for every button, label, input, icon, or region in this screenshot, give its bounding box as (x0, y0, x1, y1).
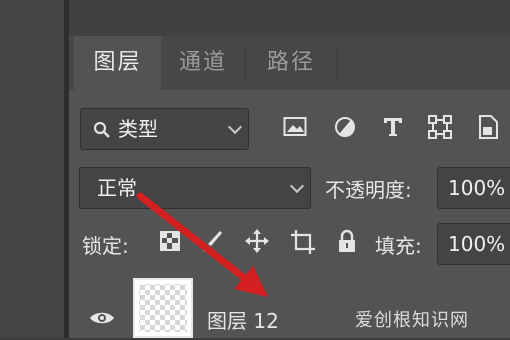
red-arrow-annotation (136, 192, 268, 297)
arrow-shaft (136, 192, 252, 285)
watermark-text: 爱创根知识网 (355, 310, 469, 331)
